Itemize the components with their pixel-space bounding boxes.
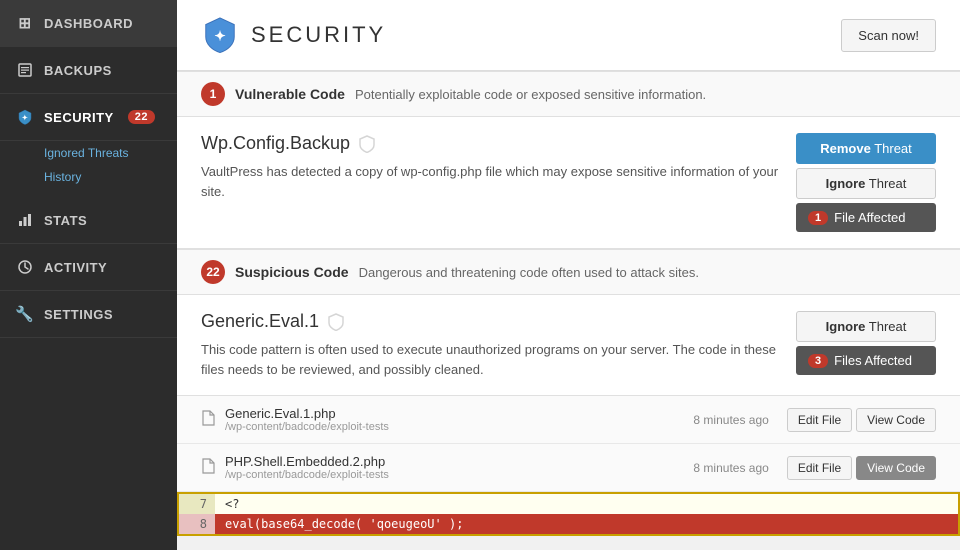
file-actions-2: Edit File View Code (787, 456, 936, 480)
settings-icon: 🔧 (16, 305, 34, 323)
files-affected-button-2[interactable]: 3 Files Affected (796, 346, 936, 375)
file-icon-1 (201, 410, 215, 429)
generic-eval-info: Generic.Eval.1 This code pattern is ofte… (201, 311, 780, 379)
generic-eval-card: Generic.Eval.1 This code pattern is ofte… (177, 295, 960, 396)
file-name-1: Generic.Eval.1.php (225, 406, 683, 421)
wp-config-backup-name: Wp.Config.Backup (201, 133, 780, 154)
line-content-8: eval(base64_decode( 'qoeugeoU' ); (215, 514, 958, 534)
wp-config-backup-info: Wp.Config.Backup VaultPress has detected… (201, 133, 780, 232)
dashboard-icon: ⊞ (16, 14, 34, 32)
file-info-2: PHP.Shell.Embedded.2.php /wp-content/bad… (225, 454, 683, 481)
code-preview: 7 <? 8 eval(base64_decode( 'qoeugeoU' ); (177, 492, 960, 536)
svg-text:✦: ✦ (22, 114, 28, 122)
shield-icon-small-2 (327, 313, 345, 331)
history-link[interactable]: History (44, 165, 177, 189)
file-path-1: /wp-content/badcode/exploit-tests (225, 421, 683, 433)
generic-eval-name: Generic.Eval.1 (201, 311, 780, 332)
activity-icon (16, 258, 34, 276)
sidebar-item-backups[interactable]: Backups (0, 47, 177, 94)
code-line-7: 7 <? (179, 494, 958, 514)
line-content-7: <? (215, 494, 249, 514)
generic-eval-desc: This code pattern is often used to execu… (201, 340, 780, 379)
file-name-2: PHP.Shell.Embedded.2.php (225, 454, 683, 469)
files-label-2: Files Affected (834, 353, 912, 368)
file-row-1: Generic.Eval.1.php /wp-content/badcode/e… (177, 396, 960, 444)
security-icon: ✦ (16, 108, 34, 126)
file-actions-1: Edit File View Code (787, 408, 936, 432)
sidebar-item-activity[interactable]: Activity (0, 244, 177, 291)
scan-now-button[interactable]: Scan now! (841, 19, 936, 52)
ignored-threats-link[interactable]: Ignored Threats (44, 141, 177, 165)
sidebar: ⊞ Dashboard Backups ✦ Security 22 Ignore… (0, 0, 177, 550)
file-icon-2 (201, 458, 215, 477)
line-number-7: 7 (179, 494, 215, 514)
file-path-2: /wp-content/badcode/exploit-tests (225, 469, 683, 481)
edit-file-button-1[interactable]: Edit File (787, 408, 852, 432)
backups-icon (16, 61, 34, 79)
security-sub-nav: Ignored Threats History (0, 141, 177, 197)
sidebar-item-label: Settings (44, 307, 113, 322)
suspicious-code-section-header: 22 Suspicious Code Dangerous and threate… (177, 249, 960, 295)
wp-config-backup-card: Wp.Config.Backup VaultPress has detected… (177, 117, 960, 249)
sidebar-item-label: Security (44, 110, 114, 125)
sidebar-item-stats[interactable]: Stats (0, 197, 177, 244)
page-title: SECURITY (251, 22, 386, 48)
ignore-threat-button[interactable]: Ignore Threat (796, 168, 936, 199)
file-time-1: 8 minutes ago (693, 413, 768, 427)
sidebar-item-label: Backups (44, 63, 112, 78)
sidebar-item-settings[interactable]: 🔧 Settings (0, 291, 177, 338)
file-row-2: PHP.Shell.Embedded.2.php /wp-content/bad… (177, 444, 960, 492)
security-badge: 22 (128, 110, 155, 124)
sidebar-item-security[interactable]: ✦ Security 22 (0, 94, 177, 141)
file-time-2: 8 minutes ago (693, 461, 768, 475)
remove-threat-button[interactable]: Remove Threat (796, 133, 936, 164)
sidebar-item-label: Activity (44, 260, 107, 275)
files-count: 1 (808, 211, 828, 225)
wp-config-backup-actions: Remove Threat Ignore Threat 1 File Affec… (796, 133, 936, 232)
files-label: File Affected (834, 210, 905, 225)
line-number-8: 8 (179, 514, 215, 534)
sidebar-item-dashboard[interactable]: ⊞ Dashboard (0, 0, 177, 47)
file-info-1: Generic.Eval.1.php /wp-content/badcode/e… (225, 406, 683, 433)
files-affected-button[interactable]: 1 File Affected (796, 203, 936, 232)
main-content: ✦ SECURITY Scan now! 1 Vulnerable Code P… (177, 0, 960, 550)
ignore-threat-button-2[interactable]: Ignore Threat (796, 311, 936, 342)
vulnerable-code-section-header: 1 Vulnerable Code Potentially exploitabl… (177, 71, 960, 117)
wp-config-backup-desc: VaultPress has detected a copy of wp-con… (201, 162, 780, 201)
suspicious-code-type: Suspicious Code (235, 264, 349, 280)
sidebar-item-label: Dashboard (44, 16, 133, 31)
vulnerable-code-desc: Potentially exploitable code or exposed … (355, 87, 706, 102)
security-shield-logo: ✦ (201, 16, 239, 54)
generic-eval-actions: Ignore Threat 3 Files Affected (796, 311, 936, 379)
edit-file-button-2[interactable]: Edit File (787, 456, 852, 480)
header-left: ✦ SECURITY (201, 16, 386, 54)
suspicious-count-badge: 22 (201, 260, 225, 284)
shield-icon-small (358, 135, 376, 153)
suspicious-code-desc: Dangerous and threatening code often use… (359, 265, 699, 280)
view-code-button-2[interactable]: View Code (856, 456, 936, 480)
sidebar-item-label: Stats (44, 213, 87, 228)
code-line-8: 8 eval(base64_decode( 'qoeugeoU' ); (179, 514, 958, 534)
stats-icon (16, 211, 34, 229)
vulnerable-code-type: Vulnerable Code (235, 86, 345, 102)
files-count-2: 3 (808, 354, 828, 368)
vulnerable-count-badge: 1 (201, 82, 225, 106)
svg-text:✦: ✦ (214, 29, 225, 44)
view-code-button-1[interactable]: View Code (856, 408, 936, 432)
page-header: ✦ SECURITY Scan now! (177, 0, 960, 71)
